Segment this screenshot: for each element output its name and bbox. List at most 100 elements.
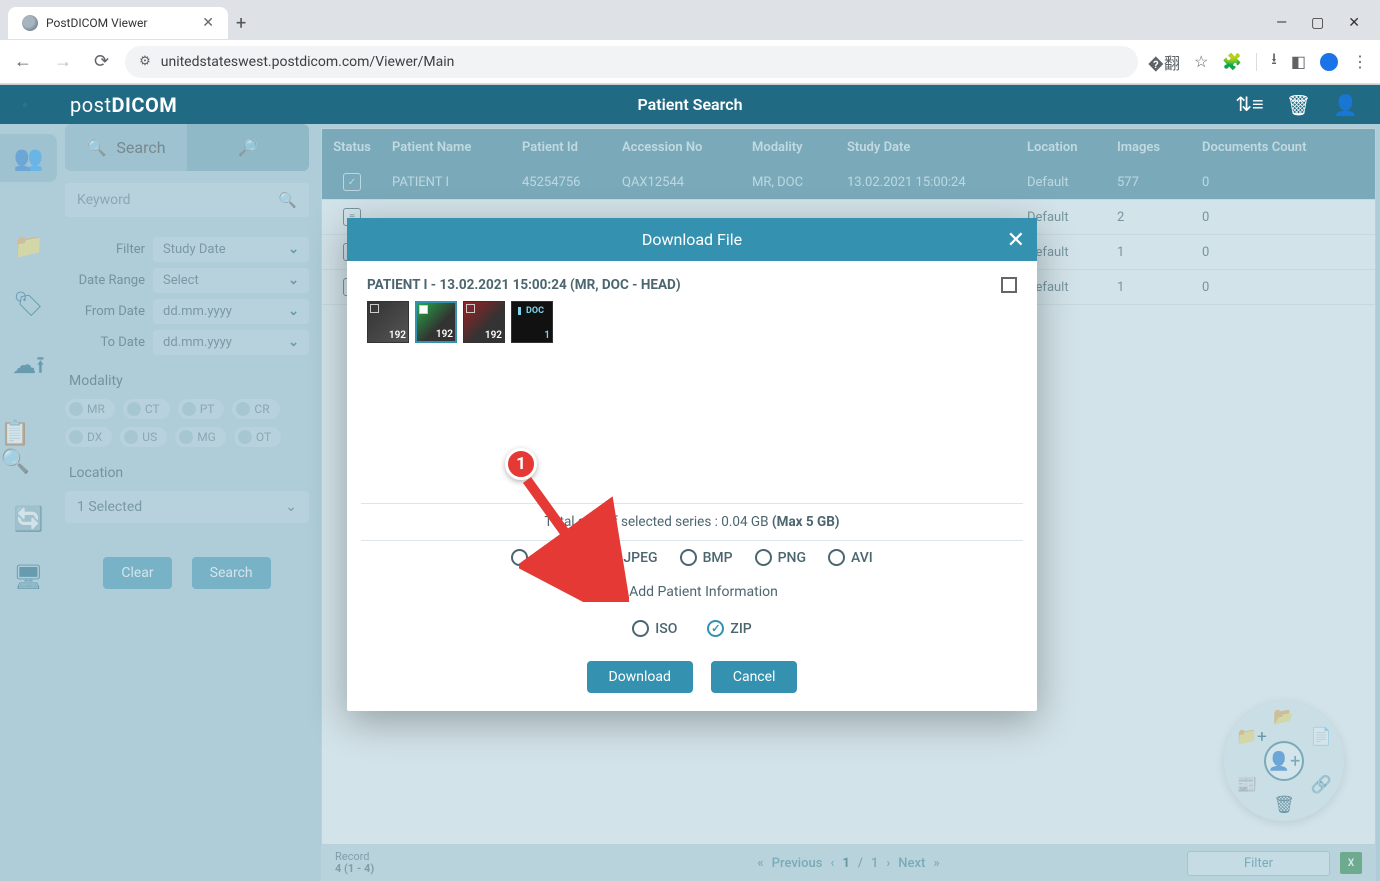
modality-chip-cr[interactable]: CR — [232, 399, 279, 419]
th-documents[interactable]: Documents Count — [1192, 140, 1342, 155]
next-page-button[interactable]: Next — [898, 856, 925, 871]
upload-cloud-icon[interactable]: ☁⭱ — [12, 348, 44, 389]
forward-button[interactable]: → — [48, 47, 78, 76]
search-tab-advanced[interactable]: 🔎 — [187, 124, 309, 171]
select-all-checkbox[interactable] — [1001, 277, 1017, 293]
archive-iso[interactable]: ISO — [632, 620, 677, 637]
th-id[interactable]: Patient Id — [512, 140, 612, 155]
brand-logo[interactable]: postDICOM — [70, 93, 177, 117]
tab-title: PostDICOM Viewer — [46, 16, 147, 30]
translate-icon[interactable]: �翻 — [1148, 50, 1180, 74]
th-images[interactable]: Images — [1107, 140, 1192, 155]
search-tab-basic[interactable]: 🔍 Search — [65, 124, 187, 171]
date-range-select[interactable]: Select⌄ — [153, 268, 309, 293]
th-modality[interactable]: Modality — [742, 140, 837, 155]
radial-center-user-icon[interactable]: 👤+ — [1264, 741, 1304, 781]
downloads-icon[interactable]: ⭳ — [1271, 48, 1277, 75]
format-png[interactable]: PNG — [755, 549, 806, 566]
patients-icon[interactable]: 👥 — [0, 134, 57, 182]
total-pages: 1 — [871, 856, 878, 871]
modality-chip-mg[interactable]: MG — [175, 427, 226, 447]
last-page-icon[interactable]: » — [933, 856, 939, 871]
modality-chip-ct[interactable]: CT — [123, 399, 170, 419]
screens-icon[interactable]: 🖥 — [13, 563, 43, 591]
sync-icon[interactable]: 🔄 — [14, 505, 44, 533]
series-thumbnail[interactable]: 192 — [367, 301, 409, 343]
radial-document-icon[interactable]: 📄 — [1311, 727, 1332, 747]
footer-filter-button[interactable]: Filter — [1187, 851, 1330, 876]
archive-zip[interactable]: ZIP — [707, 620, 751, 637]
worklist-icon[interactable]: 📋🔍 — [0, 419, 57, 475]
modality-chip-dx[interactable]: DX — [65, 427, 112, 447]
menu-dots-icon[interactable]: ⋮ — [1352, 52, 1368, 71]
export-excel-icon[interactable]: X — [1340, 852, 1362, 874]
prev-arrow-icon[interactable]: ‹ — [830, 856, 834, 871]
chevron-down-icon: ⌄ — [288, 242, 299, 257]
search-tab-label: Search — [116, 138, 165, 157]
tab-close-icon[interactable]: ✕ — [202, 15, 214, 31]
maximize-icon[interactable]: ▢ — [1311, 15, 1324, 31]
reload-button[interactable]: ⟳ — [88, 47, 115, 76]
search-button[interactable]: Search — [192, 557, 271, 589]
modal-close-icon[interactable]: ✕ — [1007, 228, 1025, 253]
address-bar[interactable]: ⚙ unitedstateswest.postdicom.com/Viewer/… — [125, 46, 1137, 78]
modality-chip-pt[interactable]: PT — [178, 399, 225, 419]
format-dicom[interactable]: DICOM — [511, 549, 578, 566]
site-settings-icon[interactable]: ⚙ — [139, 54, 151, 69]
browser-chrome: PostDICOM Viewer ✕ + — ▢ ✕ ← → ⟳ ⚙ unite… — [0, 0, 1380, 85]
series-thumbnail-doc[interactable]: DOC 1 — [511, 301, 553, 343]
thumb-checkbox-icon[interactable] — [370, 304, 379, 313]
thumb-checkbox-icon[interactable] — [419, 305, 428, 314]
studies-icon[interactable]: 🏷 — [13, 290, 43, 318]
radial-add-folder-icon[interactable]: 📁+ — [1236, 727, 1267, 747]
th-location[interactable]: Location — [1017, 140, 1107, 155]
radial-open-folder-icon[interactable]: 📂 — [1273, 707, 1294, 727]
format-avi[interactable]: AVI — [828, 549, 873, 566]
series-thumbnail[interactable]: 192 — [463, 301, 505, 343]
profile-avatar-icon[interactable] — [1320, 53, 1338, 71]
location-select[interactable]: 1 Selected ⌄ — [65, 491, 309, 523]
sidepanel-icon[interactable]: ◧ — [1291, 52, 1306, 71]
modality-chip-mr[interactable]: MR — [65, 399, 115, 419]
clear-button[interactable]: Clear — [103, 557, 171, 589]
from-date-input[interactable]: dd.mm.yyyy⌄ — [153, 299, 309, 324]
back-button[interactable]: ← — [8, 47, 38, 76]
brand-pattern — [0, 85, 57, 124]
th-status[interactable]: Status — [322, 140, 382, 155]
cancel-button[interactable]: Cancel — [711, 661, 798, 693]
format-bmp[interactable]: BMP — [680, 549, 733, 566]
trash-icon[interactable]: 🗑 — [1286, 93, 1311, 117]
browser-tab[interactable]: PostDICOM Viewer ✕ — [8, 7, 228, 39]
format-jpeg[interactable]: JPEG — [600, 549, 657, 566]
thumb-checkbox-icon[interactable] — [466, 304, 475, 313]
folder-icon[interactable]: 📁 — [14, 232, 44, 260]
user-account-icon[interactable]: 👤 — [1333, 93, 1358, 117]
keyword-input[interactable]: Keyword 🔍 — [65, 183, 309, 217]
close-window-icon[interactable]: ✕ — [1348, 15, 1360, 31]
sort-list-icon[interactable]: ⇅≡ — [1235, 92, 1263, 117]
download-button[interactable]: Download — [587, 661, 693, 693]
next-arrow-icon[interactable]: › — [886, 856, 890, 871]
th-date[interactable]: Study Date — [837, 140, 1017, 155]
radial-delete-icon[interactable]: 🗑 — [1273, 795, 1295, 815]
new-tab-button[interactable]: + — [236, 13, 246, 34]
th-accession[interactable]: Accession No — [612, 140, 742, 155]
modality-chip-ot[interactable]: OT — [234, 427, 281, 447]
th-name[interactable]: Patient Name — [382, 140, 512, 155]
bookmark-star-icon[interactable]: ☆ — [1194, 52, 1208, 71]
keyword-placeholder: Keyword — [77, 192, 131, 208]
add-patient-info-row[interactable]: Add Patient Information — [367, 574, 1017, 610]
prev-page-button[interactable]: Previous — [772, 856, 823, 871]
minimize-icon[interactable]: — — [1276, 15, 1287, 31]
radial-report-icon[interactable]: 📰 — [1236, 775, 1257, 795]
series-thumbnail[interactable]: 192 — [415, 301, 457, 343]
first-page-icon[interactable]: « — [757, 856, 763, 871]
radial-share-icon[interactable]: 🔗 — [1311, 775, 1332, 795]
filter-select[interactable]: Study Date⌄ — [153, 237, 309, 262]
to-date-input[interactable]: dd.mm.yyyy⌄ — [153, 330, 309, 355]
radial-menu[interactable]: 📂 📄 🔗 🗑 📰 📁+ 👤+ — [1224, 701, 1344, 821]
extensions-icon[interactable]: 🧩 — [1222, 52, 1242, 71]
modality-chip-us[interactable]: US — [120, 427, 167, 447]
search-icon[interactable]: 🔍 — [278, 191, 297, 209]
table-row[interactable]: ✓ PATIENT I 45254756 QAX12544 MR, DOC 13… — [322, 165, 1375, 200]
